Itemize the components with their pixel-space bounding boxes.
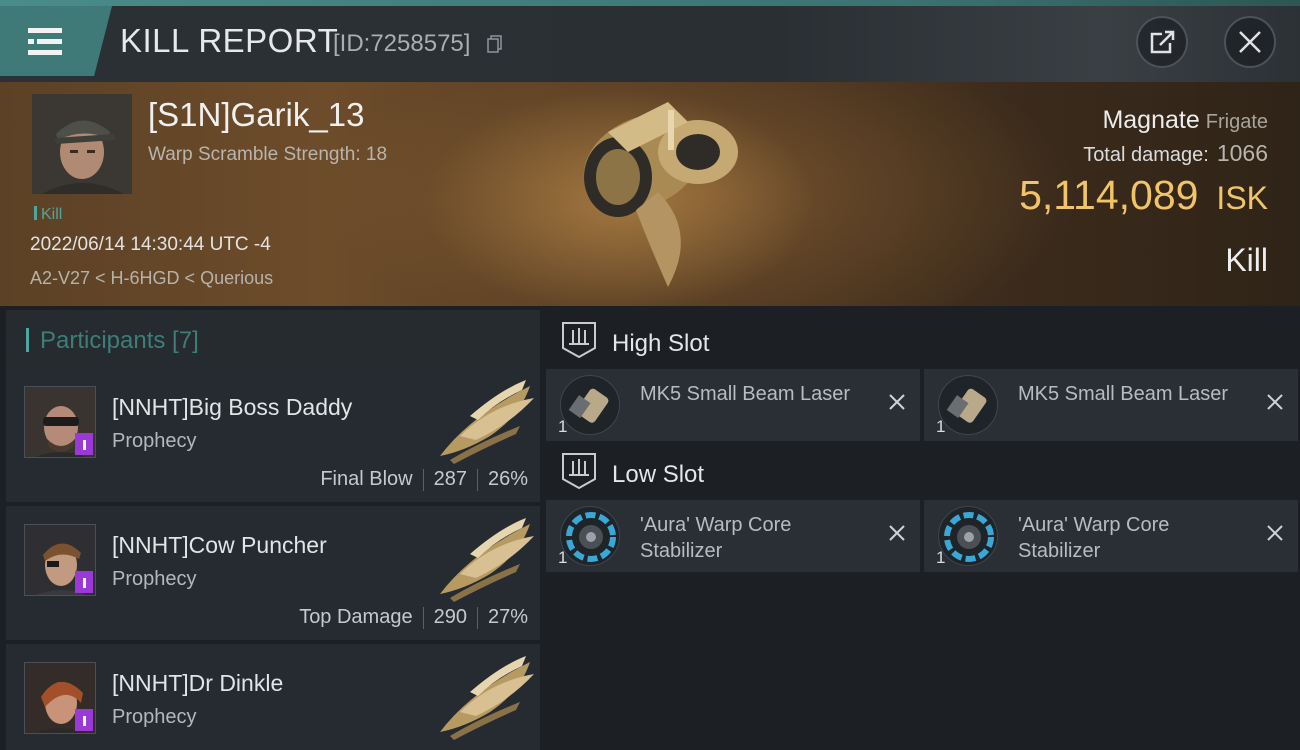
participant-name: [NNHT]Dr Dinkle xyxy=(112,670,284,696)
beam-laser-icon xyxy=(560,375,620,435)
high-slot-title: High Slot xyxy=(612,330,710,357)
close-button[interactable] xyxy=(1224,16,1276,68)
module-item[interactable]: 1 MK5 Small Beam Laser xyxy=(924,369,1298,441)
stats-divider xyxy=(476,468,478,491)
module-quantity: 1 xyxy=(936,417,946,436)
participant-damage: 290 xyxy=(433,606,467,628)
participant-row[interactable]: [NNHT]Big Boss Daddy Prophecy Final Blow… xyxy=(6,368,540,502)
participant-avatar[interactable] xyxy=(24,524,96,596)
kill-tag: Kill xyxy=(34,206,62,224)
beam-laser-icon xyxy=(938,375,998,435)
module-name: 'Aura' Warp Core Stabilizer xyxy=(1018,514,1170,562)
participant-avatar[interactable] xyxy=(24,662,96,734)
menu-button[interactable] xyxy=(0,6,112,76)
module-quantity: 1 xyxy=(936,548,946,567)
participant-badge-icon xyxy=(75,709,93,731)
kill-tag-label: Kill xyxy=(41,206,63,223)
total-damage-label: Total damage: xyxy=(1083,144,1209,166)
victim-ship-image[interactable] xyxy=(548,92,758,292)
remove-icon[interactable] xyxy=(1264,391,1286,413)
participant-ship-image[interactable] xyxy=(430,652,538,740)
remove-icon[interactable] xyxy=(1264,522,1286,544)
isk-unit: ISK xyxy=(1216,180,1268,216)
participant-avatar[interactable] xyxy=(24,386,96,458)
module-name: MK5 Small Beam Laser xyxy=(1018,383,1229,405)
total-damage-line: Total damage: 1066 xyxy=(1083,140,1268,167)
participant-role: Top Damage xyxy=(299,606,413,628)
stats-divider xyxy=(422,606,424,629)
page-title: KILL REPORT xyxy=(120,22,339,59)
participant-stats: Final Blow 287 26% xyxy=(320,468,528,491)
participants-header: Participants [7] xyxy=(6,310,540,368)
isk-value-line: 5,114,089 ISK xyxy=(1019,172,1268,219)
module-name: 'Aura' Warp Core Stabilizer xyxy=(640,514,792,562)
victim-ship-name[interactable]: Magnate xyxy=(1102,106,1199,134)
module-item[interactable]: 1 'Aura' Warp Core Stabilizer xyxy=(924,500,1298,572)
victim-banner: [S1N]Garik_13 Warp Scramble Strength: 18… xyxy=(0,82,1300,306)
report-id: [ID:7258575] xyxy=(333,30,471,57)
share-button[interactable] xyxy=(1136,16,1188,68)
participant-damage: 287 xyxy=(433,468,467,490)
menu-icon-bar-bottom xyxy=(28,50,62,55)
kill-location[interactable]: A2-V27 < H-6HGD < Querious xyxy=(30,268,273,289)
participant-ship: Prophecy xyxy=(112,568,197,590)
participant-percent: 26% xyxy=(487,468,528,490)
close-icon xyxy=(1239,31,1261,53)
participant-ship: Prophecy xyxy=(112,430,197,452)
fitting-panel: High Slot 1 MK5 Small Beam Laser 1 MK5 S… xyxy=(544,306,1300,750)
remove-icon[interactable] xyxy=(886,522,908,544)
isk-value: 5,114,089 xyxy=(1019,172,1199,218)
warp-core-stabilizer-icon xyxy=(938,506,998,566)
participant-ship: Prophecy xyxy=(112,706,197,728)
header-accent-line xyxy=(0,0,1300,6)
victim-ship-line: Magnate Frigate xyxy=(1102,106,1268,135)
victim-avatar[interactable] xyxy=(32,94,132,194)
menu-icon-gap xyxy=(34,39,37,44)
participant-ship-image[interactable] xyxy=(430,376,538,464)
low-slot-icon xyxy=(562,453,596,490)
stats-divider xyxy=(476,606,478,629)
participant-ship-image[interactable] xyxy=(430,514,538,602)
participant-percent: 27% xyxy=(487,606,528,628)
module-name: MK5 Small Beam Laser xyxy=(640,383,851,405)
total-damage-value: 1066 xyxy=(1216,140,1268,166)
participant-stats: Top Damage 290 27% xyxy=(299,606,528,629)
victim-portrait-image xyxy=(32,94,132,194)
participant-badge-icon xyxy=(75,433,93,455)
kill-timestamp: 2022/06/14 14:30:44 UTC -4 xyxy=(30,234,271,255)
module-quantity: 1 xyxy=(558,548,568,567)
victim-name: [S1N]Garik_13 xyxy=(148,96,365,133)
kill-result: Kill xyxy=(1225,242,1268,278)
remove-icon[interactable] xyxy=(886,391,908,413)
kill-tag-marker xyxy=(34,206,37,220)
participant-badge-icon xyxy=(75,571,93,593)
participants-panel: Participants [7] [NNHT]Big Boss Daddy Pr… xyxy=(0,306,544,750)
module-item[interactable]: 1 'Aura' Warp Core Stabilizer xyxy=(546,500,920,572)
participant-row[interactable]: [NNHT]Cow Puncher Prophecy Top Damage 29… xyxy=(6,506,540,640)
low-slot-title: Low Slot xyxy=(612,461,705,488)
participant-name: [NNHT]Cow Puncher xyxy=(112,532,327,558)
participants-title: Participants [7] xyxy=(40,327,199,354)
warp-core-stabilizer-icon xyxy=(560,506,620,566)
participant-row[interactable]: [NNHT]Dr Dinkle Prophecy xyxy=(6,644,540,750)
victim-ship-class: Frigate xyxy=(1205,111,1268,133)
warp-scramble-strength: Warp Scramble Strength: 18 xyxy=(148,144,388,165)
menu-icon-bar-top xyxy=(28,28,62,33)
participant-role: Final Blow xyxy=(320,468,413,490)
high-slot-icon xyxy=(562,322,596,359)
stats-divider xyxy=(422,468,424,491)
header-bar: KILL REPORT [ID:7258575] xyxy=(0,0,1300,82)
copy-icon[interactable] xyxy=(487,35,503,53)
module-quantity: 1 xyxy=(558,417,568,436)
participant-name: [NNHT]Big Boss Daddy xyxy=(112,394,353,420)
module-item[interactable]: 1 MK5 Small Beam Laser xyxy=(546,369,920,441)
participants-header-marker xyxy=(26,328,29,352)
share-icon xyxy=(1150,29,1176,54)
